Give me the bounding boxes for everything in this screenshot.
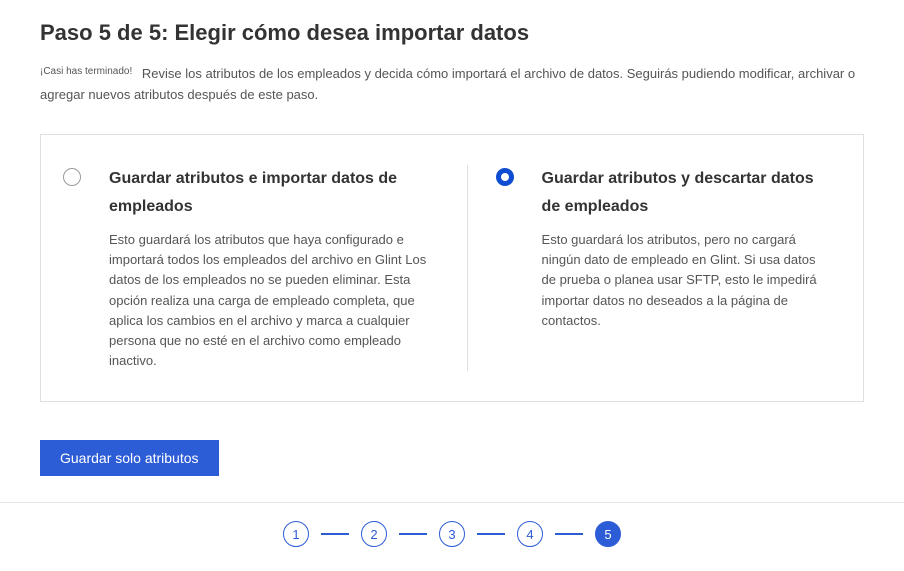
step-3[interactable]: 3 xyxy=(439,521,465,547)
option-discard-data[interactable]: Guardar atributos y descartar datos de e… xyxy=(468,165,841,372)
page-title: Paso 5 de 5: Elegir cómo desea importar … xyxy=(40,20,864,46)
step-1[interactable]: 1 xyxy=(283,521,309,547)
save-attributes-button[interactable]: Guardar solo atributos xyxy=(40,440,219,476)
option-import-data-title: Guardar atributos e importar datos de em… xyxy=(109,165,439,223)
step-connector xyxy=(399,533,427,535)
step-2[interactable]: 2 xyxy=(361,521,387,547)
option-import-data[interactable]: Guardar atributos e importar datos de em… xyxy=(63,165,468,372)
radio-import-data[interactable] xyxy=(63,168,81,186)
step-connector xyxy=(321,533,349,535)
step-4[interactable]: 4 xyxy=(517,521,543,547)
subtitle-text: Revise los atributos de los empleados y … xyxy=(40,66,855,102)
step-5[interactable]: 5 xyxy=(595,521,621,547)
subtitle-tag: ¡Casi has terminado! xyxy=(40,66,132,77)
option-import-data-desc: Esto guardará los atributos que haya con… xyxy=(109,230,439,371)
radio-discard-data[interactable] xyxy=(496,168,514,186)
wizard-stepper: 1 2 3 4 5 xyxy=(0,502,904,571)
step-connector xyxy=(477,533,505,535)
page-subtitle: ¡Casi has terminado! Revise los atributo… xyxy=(40,64,864,106)
import-options: Guardar atributos e importar datos de em… xyxy=(40,134,864,403)
step-connector xyxy=(555,533,583,535)
option-discard-data-desc: Esto guardará los atributos, pero no car… xyxy=(542,230,829,331)
option-discard-data-title: Guardar atributos y descartar datos de e… xyxy=(542,165,829,223)
